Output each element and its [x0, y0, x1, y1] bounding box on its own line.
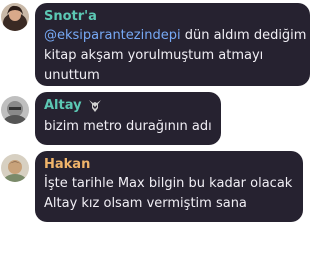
- avatar-photo: [1, 154, 29, 182]
- message-line: Altay kız olsam vermiştim sana: [44, 196, 247, 211]
- message-line: kitap akşam yorulmuştum atmayı: [44, 48, 264, 63]
- message-line: dün aldım dediğim: [184, 28, 307, 43]
- avatar[interactable]: [1, 3, 29, 31]
- message-line: unuttum: [44, 68, 100, 83]
- mention-link[interactable]: @eksiparantezindepi: [44, 28, 181, 43]
- avatar[interactable]: [1, 154, 29, 182]
- message-text: @eksiparantezindepi dün aldım dediğim: [44, 26, 306, 46]
- sender-name[interactable]: Hakan: [44, 156, 294, 173]
- chat-message-list: Snotr'a @eksiparantezindepi dün aldım de…: [0, 0, 320, 272]
- sender-name[interactable]: Altay: [44, 97, 212, 114]
- message-bubble: Snotr'a @eksiparantezindepi dün aldım de…: [35, 3, 310, 86]
- message-bubble: Altay bizim metro durağının adı: [35, 92, 221, 145]
- sender-name-label[interactable]: Hakan: [44, 156, 90, 173]
- sender-name-label[interactable]: Snotr'a: [44, 8, 97, 25]
- sender-name[interactable]: Snotr'a: [44, 8, 301, 25]
- message-bubble: Hakan İşte tarihle Max bilgin bu kadar o…: [35, 151, 303, 222]
- sender-name-label[interactable]: Altay: [44, 97, 82, 114]
- avatar-photo: [1, 3, 29, 31]
- message-line: İşte tarihle Max bilgin bu kadar olacak: [44, 176, 293, 191]
- transformers-autobot-icon: [88, 99, 102, 113]
- message-line: bizim metro durağının adı: [44, 119, 212, 134]
- avatar[interactable]: [1, 96, 29, 124]
- avatar-photo: [1, 96, 29, 124]
